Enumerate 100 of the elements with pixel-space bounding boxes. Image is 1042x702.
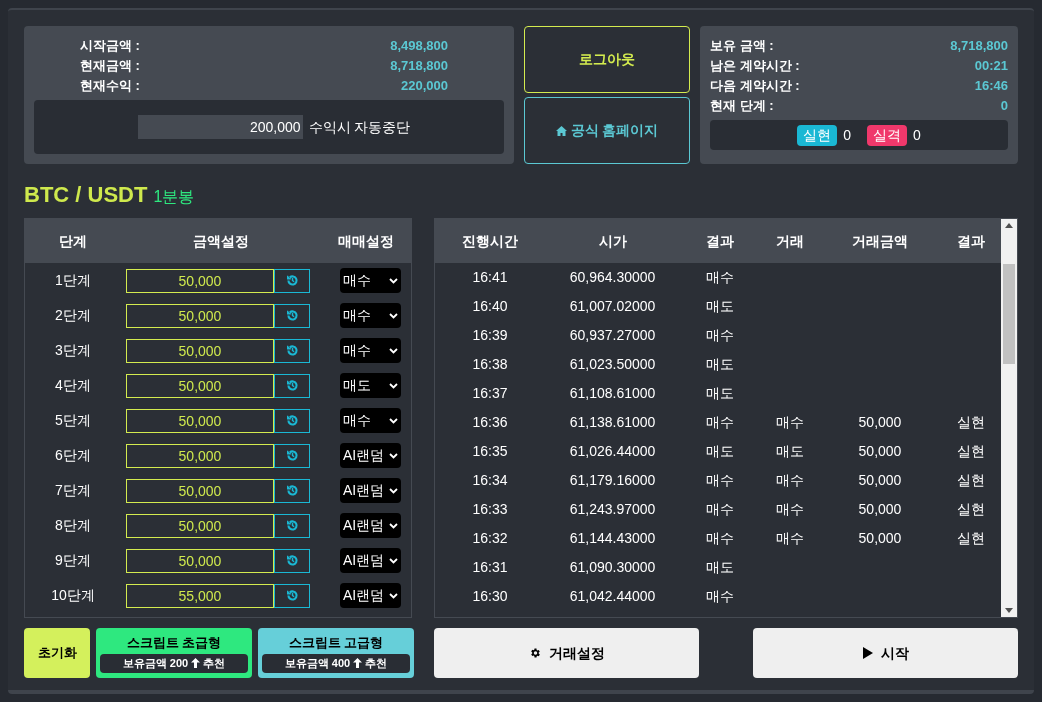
script-button[interactable]: 스크립트 고급형 보유금액 400 추천: [258, 628, 414, 678]
amount-input[interactable]: 50,000: [126, 548, 274, 573]
step-label: 5단계: [54, 411, 92, 430]
time-cell-text: 16:30: [471, 587, 509, 606]
amount-input[interactable]: 50,000: [126, 408, 274, 433]
amount-input[interactable]: 50,000: [126, 478, 274, 503]
result-badge: 실격: [867, 124, 907, 146]
mode-select[interactable]: AI랜덤: [340, 548, 401, 573]
undo-icon: [285, 274, 299, 287]
script-note: 추천: [203, 656, 226, 671]
result-cell-text: 매수: [705, 587, 735, 606]
chevron-down-icon: [389, 487, 398, 494]
undo-icon: [285, 344, 299, 357]
amount-input[interactable]: 50,000: [126, 268, 274, 293]
result-count: 0: [913, 125, 921, 145]
mode-select[interactable]: AI랜덤: [340, 443, 401, 468]
amount-input[interactable]: 55,000: [126, 583, 274, 608]
trade-cell-text: 매수: [775, 529, 805, 548]
homepage-button[interactable]: 공식 홈페이지: [524, 97, 690, 164]
column-header: 결과: [955, 231, 986, 251]
amount-cell-text: 50,000: [857, 500, 903, 519]
logout-button[interactable]: 로그아웃: [524, 26, 690, 93]
reset-button[interactable]: 초기화: [24, 628, 90, 678]
script-button[interactable]: 스크립트 초급형 보유금액 200 추천: [96, 628, 252, 678]
amount-cell-text: 50,000: [857, 442, 903, 461]
mode-select[interactable]: 매도: [340, 373, 401, 398]
undo-icon: [285, 414, 299, 427]
reset-amount-button[interactable]: [274, 478, 310, 503]
column-header: 금액설정: [192, 231, 250, 251]
result-count: 0: [843, 125, 851, 145]
trade-settings-button[interactable]: 거래설정: [434, 628, 699, 678]
interval-label: 1분봉: [153, 187, 195, 207]
trade-cell-text: 매수: [775, 413, 805, 432]
reset-amount-button[interactable]: [274, 303, 310, 328]
reset-amount-button[interactable]: [274, 373, 310, 398]
mode-select[interactable]: 매수: [340, 408, 401, 433]
price-cell-text: 61,144.43000: [568, 529, 657, 548]
price-cell-text: 61,090.30000: [568, 558, 657, 577]
home-icon: [555, 125, 567, 136]
undo-icon: [285, 484, 299, 497]
reset-amount-button[interactable]: [274, 268, 310, 293]
column-header: 시가: [597, 231, 628, 251]
undo-icon: [285, 519, 299, 532]
step-label: 10단계: [50, 586, 96, 605]
info-value: 00:21: [974, 57, 1008, 75]
amount-input[interactable]: 50,000: [126, 513, 274, 538]
scroll-up-icon: [1005, 223, 1013, 228]
mode-select[interactable]: 매수: [340, 338, 401, 363]
amount-input[interactable]: 50,000: [126, 373, 274, 398]
time-cell-text: 16:35: [471, 442, 509, 461]
auto-stop-input[interactable]: 200,000: [137, 115, 303, 139]
step-label: 8단계: [54, 516, 92, 535]
outcome-cell-text: 실현: [955, 500, 986, 519]
column-header: 진행시간: [461, 231, 519, 251]
result-cell-text: 매수: [705, 471, 735, 490]
column-header: 단계: [58, 231, 88, 251]
step-label: 6단계: [54, 446, 92, 465]
info-value: 8,498,800: [390, 37, 448, 55]
info-label: 현재수익 :: [80, 77, 140, 95]
reset-amount-button[interactable]: [274, 513, 310, 538]
chevron-down-icon: [389, 382, 398, 389]
reset-amount-button[interactable]: [274, 408, 310, 433]
step-label: 1단계: [54, 271, 92, 290]
undo-icon: [285, 589, 299, 602]
start-button[interactable]: 시작: [753, 628, 1018, 678]
mode-select[interactable]: AI랜덤: [340, 478, 401, 503]
undo-icon: [285, 554, 299, 567]
mode-select[interactable]: 매수: [340, 268, 401, 293]
info-value: 16:46: [974, 77, 1008, 95]
arrow-up-icon: [191, 658, 201, 669]
undo-icon: [285, 379, 299, 392]
outcome-cell-text: 실현: [955, 471, 986, 490]
result-cell-text: 매수: [705, 529, 735, 548]
price-cell-text: 60,937.27000: [568, 326, 657, 345]
column-header: 거래금액: [851, 231, 909, 251]
mode-select[interactable]: 매수: [340, 303, 401, 328]
price-cell-text: 61,179.16000: [568, 471, 657, 490]
result-cell-text: 매수: [705, 500, 735, 519]
scrollbar[interactable]: [1001, 219, 1017, 617]
info-label: 현재 단계 :: [710, 97, 774, 115]
undo-icon: [285, 309, 299, 322]
reset-amount-button[interactable]: [274, 338, 310, 363]
amount-input[interactable]: 50,000: [126, 338, 274, 363]
mode-select[interactable]: AI랜덤: [340, 513, 401, 538]
reset-amount-button[interactable]: [274, 548, 310, 573]
info-label: 시작금액 :: [80, 37, 140, 55]
price-cell-text: 61,138.61000: [568, 413, 657, 432]
reset-amount-button[interactable]: [274, 443, 310, 468]
amount-input[interactable]: 50,000: [126, 303, 274, 328]
amount-cell-text: 50,000: [857, 529, 903, 548]
chevron-down-icon: [389, 417, 398, 424]
scrollbar-thumb[interactable]: [1003, 264, 1015, 364]
result-cell-text: 매도: [705, 558, 735, 577]
reset-amount-button[interactable]: [274, 583, 310, 608]
outcome-cell-text: 실현: [955, 442, 986, 461]
time-cell-text: 16:36: [471, 413, 509, 432]
info-value: 220,000: [401, 77, 448, 95]
info-value: 8,718,800: [950, 37, 1008, 55]
mode-select[interactable]: AI랜덤: [340, 583, 401, 608]
amount-input[interactable]: 50,000: [126, 443, 274, 468]
